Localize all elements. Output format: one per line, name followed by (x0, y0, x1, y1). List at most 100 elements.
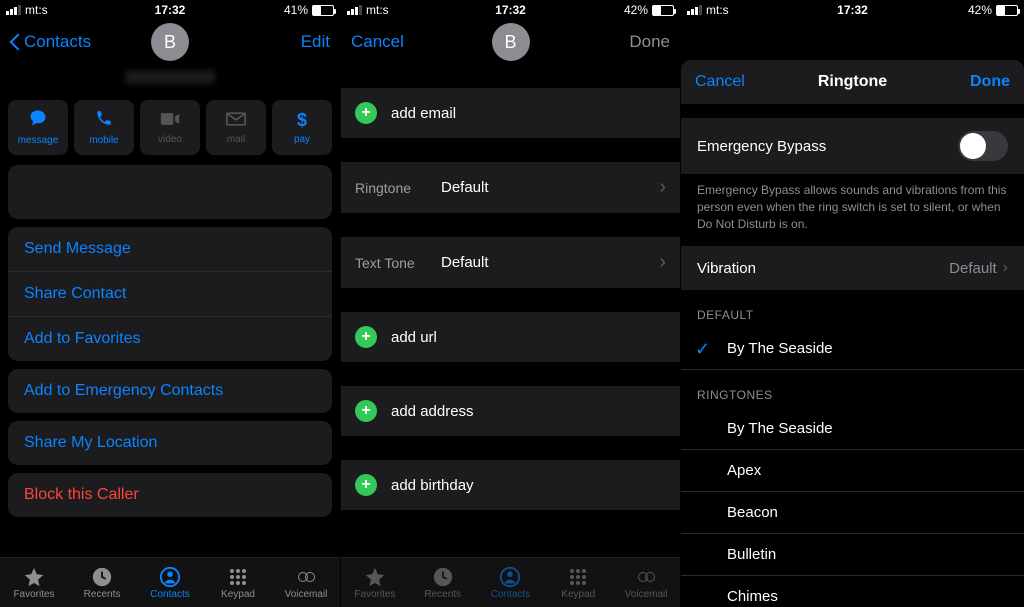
contact-options-group-4: Block this Caller (8, 473, 332, 517)
ringtone-row[interactable]: Ringtone Default › (341, 162, 680, 213)
tab-voicemail-label: Voicemail (625, 589, 668, 600)
contact-avatar[interactable]: B (492, 23, 530, 61)
tab-contacts-label: Contacts (150, 589, 189, 600)
ringtone-item[interactable]: Apex (681, 450, 1024, 492)
star-icon (364, 566, 386, 588)
texttone-label: Text Tone (355, 255, 427, 271)
tab-recents-label: Recents (424, 589, 461, 600)
add-email-label: add email (391, 105, 456, 122)
phone-icon (95, 109, 113, 132)
battery-icon (652, 5, 674, 16)
contact-avatar[interactable]: B (151, 23, 189, 61)
tab-favorites-label: Favorites (354, 589, 395, 600)
add-favorites-option[interactable]: Add to Favorites (8, 316, 332, 361)
share-location-option[interactable]: Share My Location (8, 421, 332, 465)
cancel-button[interactable]: Cancel (695, 73, 745, 91)
message-label: message (18, 135, 59, 146)
emergency-bypass-row[interactable]: Emergency Bypass (681, 118, 1024, 174)
keypad-icon (570, 566, 586, 588)
ringtone-item[interactable]: By The Seaside (681, 408, 1024, 450)
vibration-value: Default (949, 260, 997, 277)
tab-recents[interactable]: Recents (409, 558, 477, 607)
emergency-bypass-switch[interactable] (958, 131, 1008, 161)
mail-action: mail (206, 100, 266, 155)
ringtone-item[interactable]: Bulletin (681, 534, 1024, 576)
message-action[interactable]: message (8, 100, 68, 155)
checkmark-icon: ✓ (695, 339, 710, 360)
tab-recents-label: Recents (84, 589, 121, 600)
tab-voicemail-label: Voicemail (285, 589, 328, 600)
dollar-icon: $ (297, 110, 307, 131)
status-time: 17:32 (341, 3, 680, 17)
tab-bar: Favorites Recents Contacts Keypad Voicem… (0, 557, 340, 607)
clock-icon (91, 566, 113, 588)
add-birthday-label: add birthday (391, 477, 474, 494)
vibration-row[interactable]: Vibration Default › (681, 246, 1024, 290)
voicemail-icon (298, 566, 315, 588)
block-caller-option[interactable]: Block this Caller (8, 473, 332, 517)
video-icon (160, 110, 180, 131)
star-icon (23, 566, 45, 588)
nav-bar: Contacts B Edit (0, 20, 340, 64)
contact-edit-pane: mt:s 17:32 42% Cancel B Done + add email… (341, 0, 681, 607)
battery-icon (312, 5, 334, 16)
pay-label: pay (294, 134, 310, 145)
tab-keypad[interactable]: Keypad (544, 558, 612, 607)
plus-icon: + (355, 326, 377, 348)
send-message-option[interactable]: Send Message (8, 227, 332, 271)
default-ringtone-item[interactable]: ✓ By The Seaside (681, 328, 1024, 370)
ringtone-list: By The SeasideApexBeaconBulletinChimesCi… (681, 408, 1024, 607)
status-time: 17:32 (0, 3, 340, 17)
add-address-label: add address (391, 403, 474, 420)
add-url-label: add url (391, 329, 437, 346)
tab-keypad-label: Keypad (561, 589, 595, 600)
ringtone-item[interactable]: Chimes (681, 576, 1024, 607)
contact-name-redacted (125, 70, 215, 84)
voicemail-icon (638, 566, 655, 588)
ringtone-pane: mt:s 17:32 42% Cancel Ringtone Done Emer… (681, 0, 1024, 607)
mail-icon (226, 110, 246, 131)
ringtone-item[interactable]: Beacon (681, 492, 1024, 534)
share-contact-option[interactable]: Share Contact (8, 271, 332, 316)
tab-keypad-label: Keypad (221, 589, 255, 600)
keypad-icon (230, 566, 246, 588)
contact-view-pane: mt:s 17:32 41% Contacts B Edit message (0, 0, 341, 607)
tab-bar: Favorites Recents Contacts Keypad Voicem… (341, 557, 680, 607)
section-header-ringtones: RINGTONES (681, 370, 1024, 408)
mobile-action[interactable]: mobile (74, 100, 134, 155)
mail-label: mail (227, 134, 245, 145)
video-label: video (158, 134, 182, 145)
tab-favorites[interactable]: Favorites (341, 558, 409, 607)
tab-contacts[interactable]: Contacts (136, 558, 204, 607)
texttone-value: Default (441, 254, 489, 271)
message-icon (28, 109, 48, 132)
tab-recents[interactable]: Recents (68, 558, 136, 607)
tab-keypad[interactable]: Keypad (204, 558, 272, 607)
contact-options-group-2: Add to Emergency Contacts (8, 369, 332, 413)
pay-action[interactable]: $ pay (272, 100, 332, 155)
status-bar: mt:s 17:32 41% (0, 0, 340, 20)
tab-favorites[interactable]: Favorites (0, 558, 68, 607)
add-birthday-row[interactable]: + add birthday (341, 460, 680, 510)
add-emergency-option[interactable]: Add to Emergency Contacts (8, 369, 332, 413)
tab-contacts[interactable]: Contacts (477, 558, 545, 607)
contact-options-group-3: Share My Location (8, 421, 332, 465)
add-url-row[interactable]: + add url (341, 312, 680, 362)
texttone-row[interactable]: Text Tone Default › (341, 237, 680, 288)
chevron-right-icon: › (659, 251, 666, 274)
emergency-bypass-description: Emergency Bypass allows sounds and vibra… (681, 174, 1024, 246)
contacts-icon (159, 566, 181, 588)
tab-voicemail[interactable]: Voicemail (272, 558, 340, 607)
section-header-default: DEFAULT (681, 290, 1024, 328)
add-address-row[interactable]: + add address (341, 386, 680, 436)
clock-icon (432, 566, 454, 588)
chevron-right-icon: › (1003, 259, 1008, 277)
done-button[interactable]: Done (970, 73, 1010, 91)
ringtone-value: Default (441, 179, 489, 196)
battery-icon (996, 5, 1018, 16)
add-email-row[interactable]: + add email (341, 88, 680, 138)
tab-voicemail[interactable]: Voicemail (612, 558, 680, 607)
status-bar: mt:s 17:32 42% (681, 0, 1024, 20)
quick-actions: message mobile video mail $ pay (0, 100, 340, 165)
status-bar: mt:s 17:32 42% (341, 0, 680, 20)
